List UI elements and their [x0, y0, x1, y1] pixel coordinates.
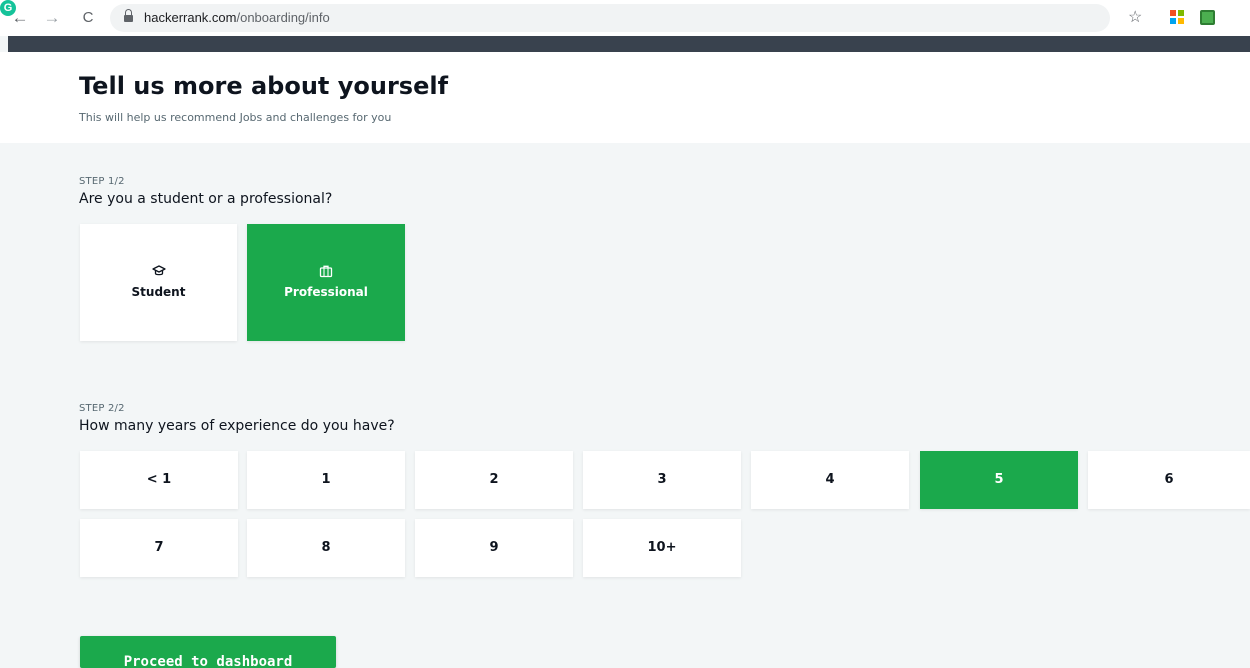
page-title: Tell us more about yourself: [79, 72, 449, 100]
experience-option-5[interactable]: 5: [920, 451, 1078, 509]
url-domain: hackerrank.com: [144, 10, 237, 25]
experience-option-2[interactable]: 2: [415, 451, 573, 509]
experience-option-1[interactable]: 1: [247, 451, 405, 509]
step2-question: How many years of experience do you have…: [79, 418, 395, 434]
back-arrow-icon[interactable]: ←: [10, 8, 30, 28]
professional-label: Professional: [284, 285, 368, 299]
lock-icon: [124, 9, 133, 23]
experience-option-3[interactable]: 3: [583, 451, 741, 509]
bookmark-star-icon[interactable]: ☆: [1128, 8, 1142, 28]
forward-arrow-icon[interactable]: →: [42, 8, 62, 28]
url-path: /onboarding/info: [236, 10, 330, 25]
experience-option-9[interactable]: 9: [415, 519, 573, 577]
experience-option-4[interactable]: 4: [751, 451, 909, 509]
reload-icon[interactable]: C: [78, 8, 98, 28]
windows-icon[interactable]: [1170, 10, 1185, 25]
page-header: Tell us more about yourself This will he…: [0, 52, 1250, 143]
graduation-cap-icon: [151, 265, 166, 276]
experience-option-8[interactable]: 8: [247, 519, 405, 577]
page-subtitle: This will help us recommend Jobs and cha…: [79, 111, 392, 124]
browser-toolbar: ← → C hackerrank.com/onboarding/info ☆ G: [0, 0, 1250, 36]
experience-option-less-than-1[interactable]: < 1: [80, 451, 238, 509]
green-extension-icon[interactable]: [1200, 10, 1215, 25]
address-bar[interactable]: hackerrank.com/onboarding/info: [110, 4, 1110, 32]
proceed-to-dashboard-button[interactable]: Proceed to dashboard: [80, 636, 336, 668]
briefcase-icon: [319, 265, 333, 278]
step2-label: STEP 2/2: [79, 403, 125, 414]
experience-option-7[interactable]: 7: [80, 519, 238, 577]
url-text: hackerrank.com/onboarding/info: [144, 10, 330, 25]
experience-option-6[interactable]: 6: [1088, 451, 1250, 509]
professional-option[interactable]: Professional: [247, 224, 405, 341]
step1-question: Are you a student or a professional?: [79, 191, 333, 207]
student-option[interactable]: Student: [80, 224, 237, 341]
experience-option-10-plus[interactable]: 10+: [583, 519, 741, 577]
site-header-strip: [8, 36, 1250, 52]
student-label: Student: [131, 285, 186, 299]
step1-label: STEP 1/2: [79, 176, 125, 187]
